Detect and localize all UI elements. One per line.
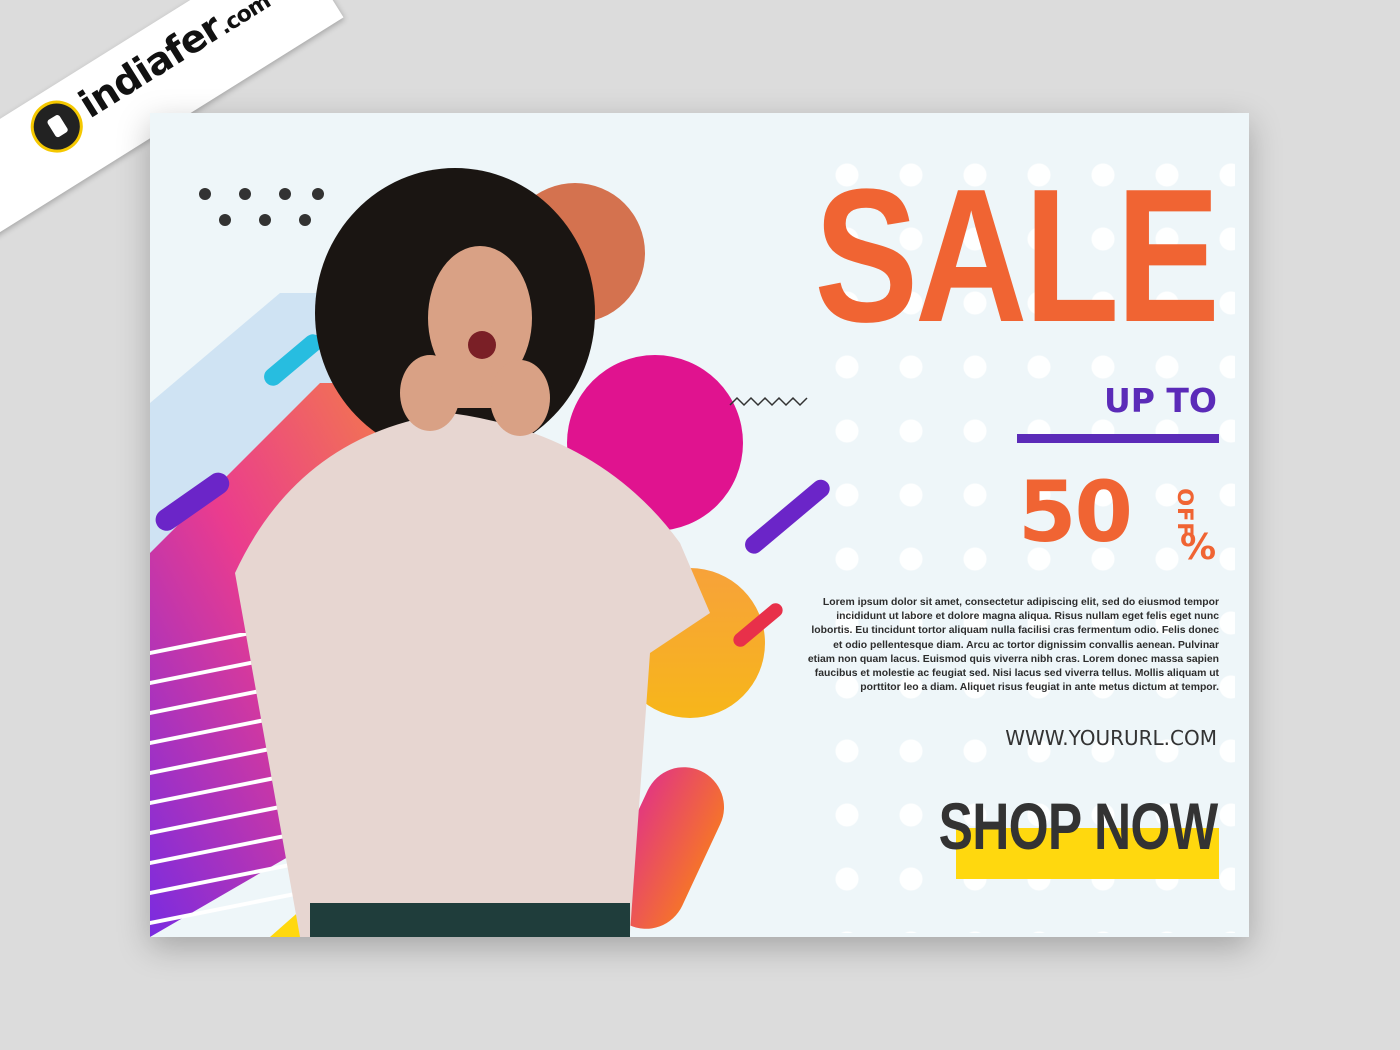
body-copy: Lorem ipsum dolor sit amet, consectetur …: [807, 597, 1219, 694]
discount-number: 50: [1018, 463, 1133, 561]
discount-suffix: OFF %: [1173, 477, 1218, 569]
sale-title: SALE: [814, 150, 1221, 362]
shop-now-button[interactable]: SHOP NOW: [938, 788, 1218, 864]
website-url[interactable]: WWW.YOURURL.COM: [1005, 726, 1217, 750]
up-to-underline: [1017, 434, 1219, 443]
decorative-shapes: [150, 168, 830, 937]
up-to-label: UP TO: [1103, 381, 1217, 420]
sale-banner: SALE UP TO 50 OFF % Lorem ipsum dolor si…: [150, 113, 1249, 937]
percent-symbol: %: [1180, 527, 1217, 568]
